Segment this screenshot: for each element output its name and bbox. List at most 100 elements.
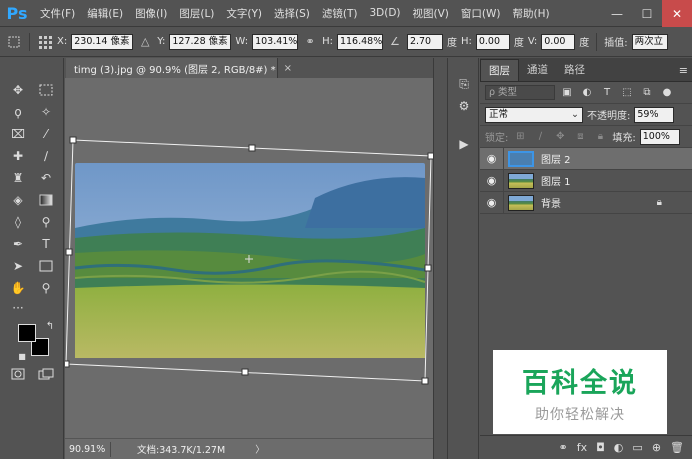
menu-help[interactable]: 帮助(H)	[507, 6, 556, 21]
clone-stamp-tool-icon[interactable]: ♜	[8, 168, 28, 188]
lock-position-icon[interactable]: ✥	[552, 129, 568, 145]
tab-paths[interactable]: 路径	[556, 59, 593, 81]
width-field[interactable]: 103.41%	[252, 33, 299, 50]
foreground-color-swatch[interactable]	[18, 324, 36, 342]
minimize-button[interactable]: —	[602, 0, 632, 27]
layer-row[interactable]: ◉ 图层 2	[480, 147, 692, 170]
lock-pixels-icon[interactable]: ∕	[532, 129, 548, 145]
blend-mode-select[interactable]: 正常 ⌄	[485, 106, 583, 123]
add-mask-icon[interactable]: ◘	[596, 441, 605, 454]
layer-row[interactable]: ◉ 图层 1	[480, 169, 692, 192]
y-label: Y:	[157, 36, 166, 47]
x-field[interactable]: 230.14 像素	[71, 33, 134, 50]
layer-style-icon[interactable]: fx	[577, 441, 587, 454]
zoom-level-field[interactable]: 90.91%	[67, 441, 111, 457]
reference-point-icon[interactable]	[37, 34, 53, 50]
history-panel-icon[interactable]: ⎘	[456, 76, 472, 92]
brush-tool-icon[interactable]: ∕	[36, 146, 56, 166]
vskew-label: V:	[527, 36, 538, 47]
magic-wand-tool-icon[interactable]: ✧	[36, 102, 56, 122]
gradient-tool-icon[interactable]	[36, 190, 56, 210]
menu-type[interactable]: 文字(Y)	[220, 6, 268, 21]
filter-type-icon[interactable]: T	[599, 85, 615, 101]
panel-menu-icon[interactable]: ≡	[679, 64, 688, 77]
link-layers-icon[interactable]: ⚭	[558, 441, 567, 454]
screen-mode-icon[interactable]	[36, 364, 56, 384]
menu-edit[interactable]: 编辑(E)	[81, 6, 129, 21]
close-document-icon[interactable]: ×	[284, 63, 292, 74]
filter-pixel-icon[interactable]: ▣	[559, 85, 575, 101]
delta-icon[interactable]: △	[137, 34, 153, 50]
filter-adjustment-icon[interactable]: ◐	[579, 85, 595, 101]
layer-row[interactable]: ◉ 背景 🔒︎	[480, 191, 692, 214]
hand-tool-icon[interactable]: ✋	[8, 278, 28, 298]
lock-artboard-icon[interactable]: ⧈	[572, 129, 588, 145]
angle-icon: ∠	[390, 35, 400, 48]
vertical-scrollbar[interactable]	[433, 58, 446, 459]
default-colors-icon[interactable]: ■	[12, 346, 32, 366]
dodge-tool-icon[interactable]: ⚲	[36, 212, 56, 232]
close-button[interactable]: ✕	[662, 0, 692, 27]
link-icon[interactable]: ⚭	[302, 34, 318, 50]
tab-channels[interactable]: 通道	[519, 59, 556, 81]
fill-field[interactable]: 100%	[639, 128, 680, 145]
height-field[interactable]: 116.48%	[336, 33, 383, 50]
filter-toggle-icon[interactable]: ●	[659, 85, 675, 101]
y-field[interactable]: 127.28 像素	[169, 33, 232, 50]
delete-layer-icon[interactable]: 🗑︎	[670, 441, 684, 454]
rectangle-tool-icon[interactable]	[36, 256, 56, 276]
eye-icon[interactable]: ◉	[480, 147, 504, 170]
transform-tool-icon[interactable]	[6, 34, 22, 50]
lock-transparency-icon[interactable]: ⊞	[512, 129, 528, 145]
new-group-icon[interactable]: ▭	[632, 441, 642, 454]
filter-row: ρ 类型 ▣ ◐ T ⬚ ⧉ ●	[480, 82, 692, 104]
eye-icon[interactable]: ◉	[480, 169, 504, 192]
quick-mask-icon[interactable]	[8, 364, 28, 384]
document-tab[interactable]: timg (3).jpg @ 90.9% (图层 2, RGB/8#) * ×	[66, 58, 292, 78]
menu-layer[interactable]: 图层(L)	[173, 6, 220, 21]
eye-icon[interactable]: ◉	[480, 191, 504, 214]
layer-filter-select[interactable]: ρ 类型	[485, 85, 555, 100]
play-panel-icon[interactable]: ▶	[456, 136, 472, 152]
menu-filter[interactable]: 滤镜(T)	[316, 6, 364, 21]
tab-layers[interactable]: 图层	[480, 59, 519, 81]
pen-tool-icon[interactable]: ✒	[8, 234, 28, 254]
history-brush-tool-icon[interactable]: ↶	[36, 168, 56, 188]
opacity-field[interactable]: 59%	[634, 106, 675, 123]
maximize-button[interactable]: ☐	[632, 0, 662, 27]
new-layer-icon[interactable]: ⊕	[652, 441, 661, 454]
crop-tool-icon[interactable]: ⌧	[8, 124, 28, 144]
vskew-field[interactable]: 0.00	[541, 33, 576, 50]
eyedropper-tool-icon[interactable]: ⁄	[36, 124, 56, 144]
menu-image[interactable]: 图像(I)	[129, 6, 173, 21]
photoshop-logo: Ps	[6, 3, 28, 23]
lock-all-icon[interactable]: 🔒︎	[592, 129, 608, 145]
swap-colors-icon[interactable]: ↰	[40, 316, 60, 336]
canvas-area[interactable]	[65, 78, 433, 438]
interpolation-select[interactable]: 两次立	[631, 33, 668, 50]
eraser-tool-icon[interactable]: ◈	[8, 190, 28, 210]
actions-panel-icon[interactable]: ⚙	[456, 98, 472, 114]
hskew-field[interactable]: 0.00	[475, 33, 510, 50]
layer-name: 图层 2	[541, 155, 571, 166]
filter-smart-object-icon[interactable]: ⧉	[639, 85, 655, 101]
lasso-tool-icon[interactable]: ϙ	[8, 102, 28, 122]
menu-file[interactable]: 文件(F)	[34, 6, 81, 21]
blur-tool-icon[interactable]: ◊	[8, 212, 28, 232]
type-tool-icon[interactable]: T	[36, 234, 56, 254]
new-adjustment-icon[interactable]: ◐	[614, 441, 624, 454]
filter-shape-icon[interactable]: ⬚	[619, 85, 635, 101]
zoom-tool-icon[interactable]: ⚲	[36, 278, 56, 298]
angle-field[interactable]: 2.70	[406, 33, 443, 50]
menu-3d[interactable]: 3D(D)	[363, 7, 406, 19]
status-menu-arrow[interactable]: 〉	[255, 442, 265, 456]
move-tool-icon[interactable]: ✥	[8, 80, 28, 100]
menu-view[interactable]: 视图(V)	[407, 6, 455, 21]
marquee-tool-icon[interactable]	[36, 80, 56, 100]
menu-window[interactable]: 窗口(W)	[455, 6, 507, 21]
more-tools-icon[interactable]: ···	[8, 298, 28, 318]
separator	[29, 32, 30, 51]
healing-brush-tool-icon[interactable]: ✚	[8, 146, 28, 166]
menu-select[interactable]: 选择(S)	[268, 6, 316, 21]
path-selection-tool-icon[interactable]: ➤	[8, 256, 28, 276]
